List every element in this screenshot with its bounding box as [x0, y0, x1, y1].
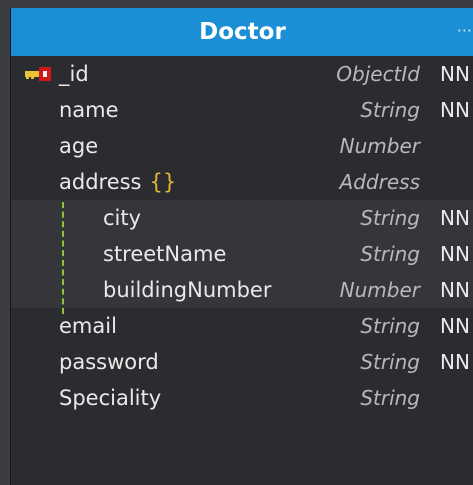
key-icon — [23, 56, 57, 92]
field-row-streetname[interactable]: streetName String NN — [11, 236, 473, 272]
field-not-null: NN — [440, 278, 470, 302]
field-type: Number — [339, 278, 420, 302]
entity-title: Doctor — [199, 19, 286, 45]
field-name: email — [59, 314, 117, 338]
field-type: Address — [339, 170, 420, 194]
field-name: address — [59, 170, 142, 194]
field-type: String — [360, 242, 420, 266]
field-row-age[interactable]: age Number — [11, 128, 473, 164]
field-type: String — [360, 350, 420, 374]
entity-box-doctor[interactable]: Doctor ··· _id ObjectId NN name String N… — [10, 8, 473, 485]
field-type: Number — [339, 134, 420, 158]
field-type: ObjectId — [336, 62, 420, 86]
field-name: _id — [59, 62, 89, 86]
field-name: buildingNumber — [103, 278, 272, 302]
field-row-address[interactable]: address {} Address — [11, 164, 473, 200]
field-row-speciality[interactable]: Speciality String — [11, 380, 473, 416]
field-not-null: NN — [440, 350, 470, 374]
field-name: streetName — [103, 242, 227, 266]
field-type: String — [360, 98, 420, 122]
field-type: String — [360, 314, 420, 338]
field-name-container: address {} — [59, 164, 176, 200]
subdocument-guide-line — [62, 202, 64, 314]
field-row-city[interactable]: city String NN — [11, 200, 473, 236]
field-name: city — [103, 206, 142, 230]
field-row-email[interactable]: email String NN — [11, 308, 473, 344]
field-type: String — [360, 206, 420, 230]
field-not-null: NN — [440, 242, 470, 266]
entity-header[interactable]: Doctor ··· — [11, 8, 473, 56]
field-name: name — [59, 98, 119, 122]
field-name: Speciality — [59, 386, 162, 410]
entity-menu-icon[interactable]: ··· — [457, 8, 472, 54]
field-not-null: NN — [440, 206, 470, 230]
field-row-name[interactable]: name String NN — [11, 92, 473, 128]
field-not-null: NN — [440, 98, 470, 122]
field-name: age — [59, 134, 99, 158]
field-not-null: NN — [440, 62, 470, 86]
field-type: String — [360, 386, 420, 410]
object-braces-icon: {} — [149, 170, 177, 194]
field-name: password — [59, 350, 159, 374]
field-row-buildingnumber[interactable]: buildingNumber Number NN — [11, 272, 473, 308]
field-row-id[interactable]: _id ObjectId NN — [11, 56, 473, 92]
field-row-password[interactable]: password String NN — [11, 344, 473, 380]
field-not-null: NN — [440, 314, 470, 338]
